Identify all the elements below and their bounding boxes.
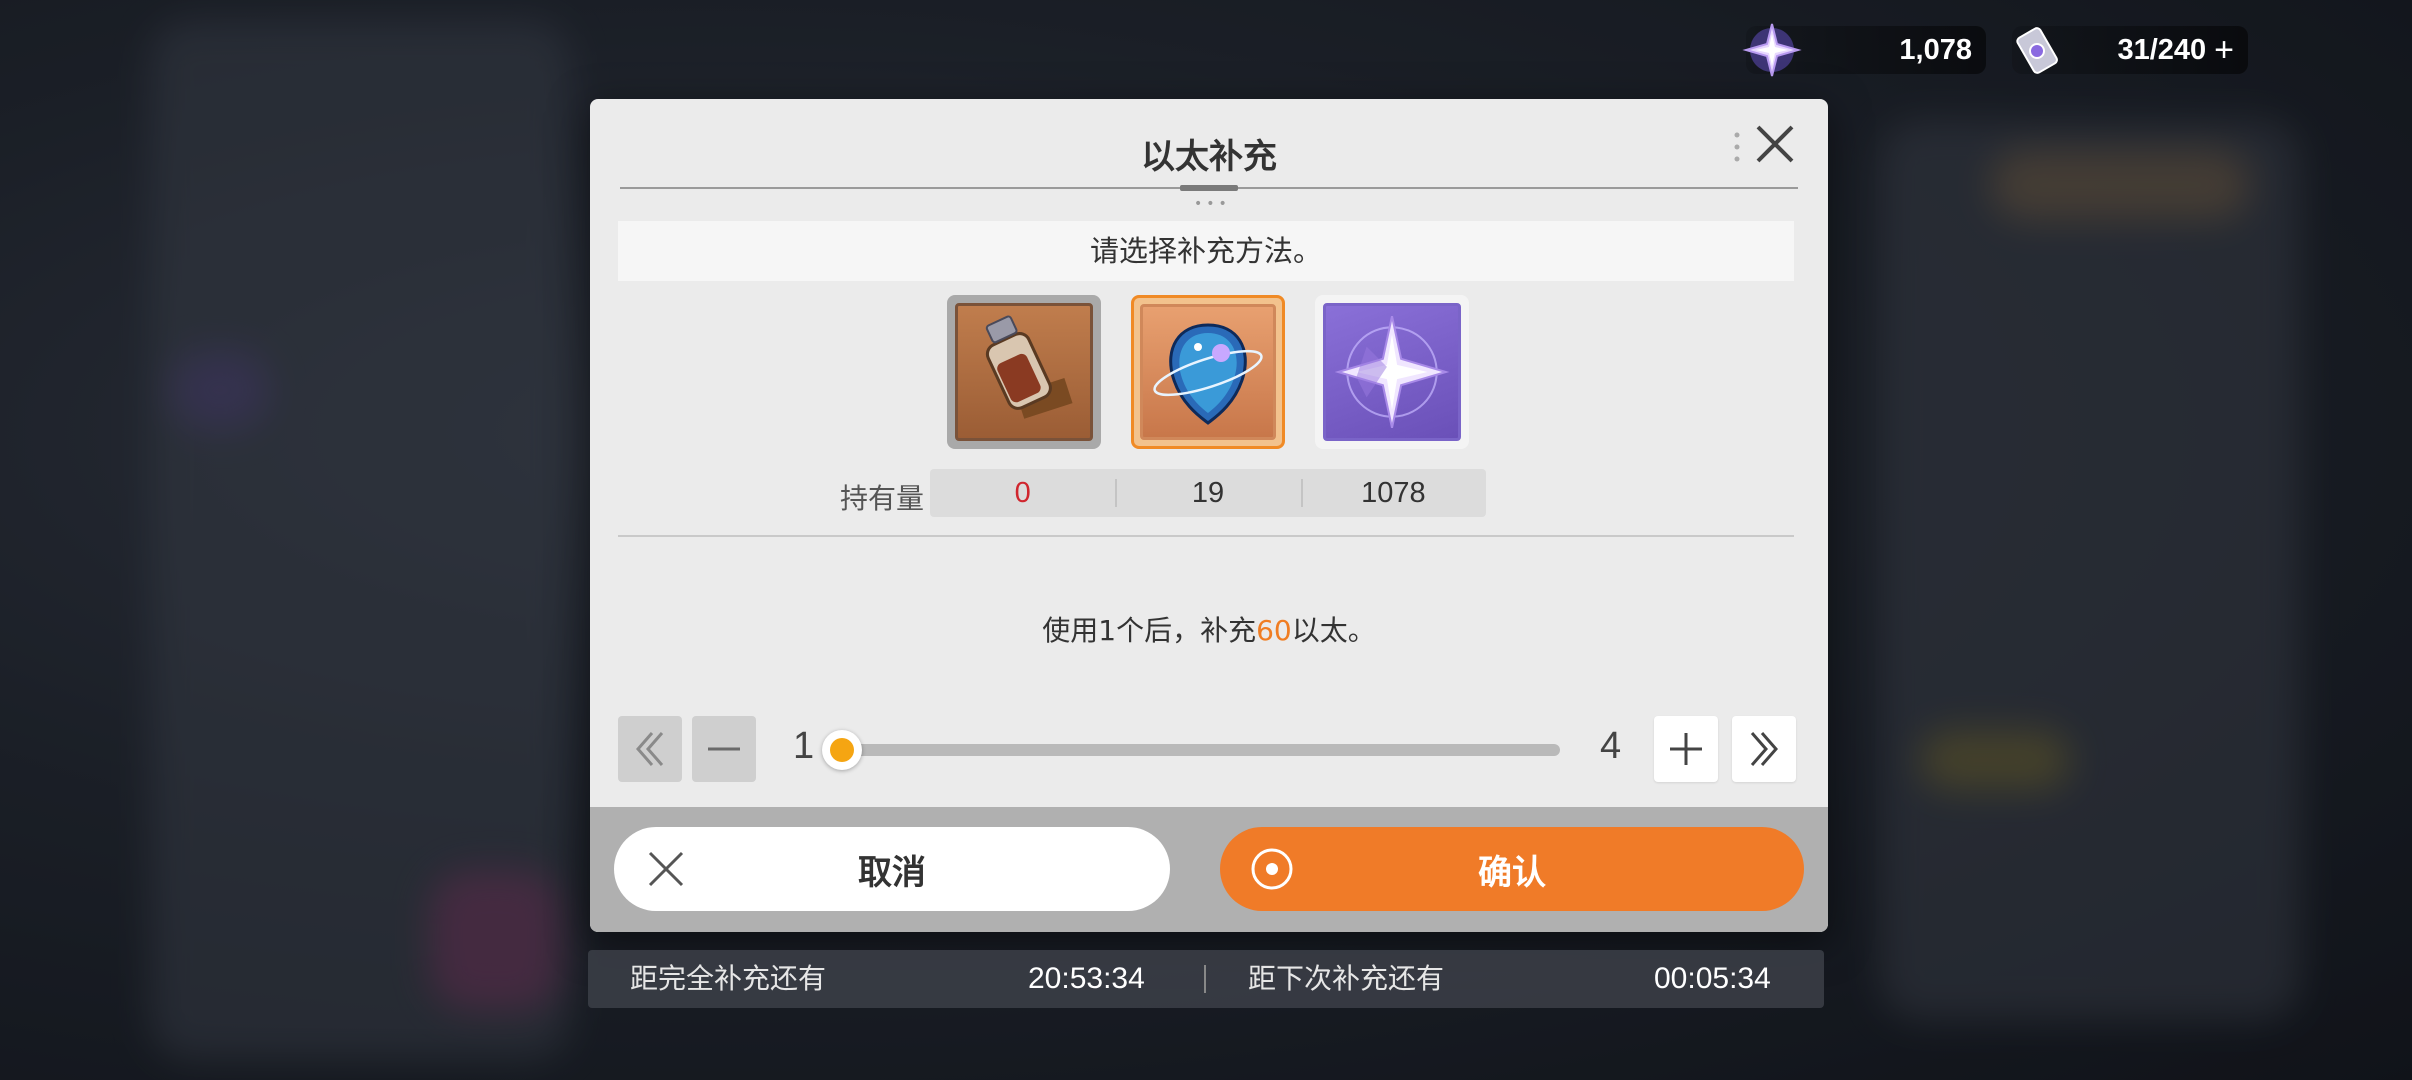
quantity-slider[interactable] (822, 730, 1560, 770)
potion-bottle-icon (985, 315, 1073, 419)
crystal-amount: 1,078 (1899, 33, 1972, 66)
double-chevron-left-icon (636, 732, 664, 766)
timer-separator (1204, 965, 1206, 993)
quantity-slider-thumb[interactable] (822, 730, 862, 770)
section-divider (618, 535, 1794, 537)
hold-count-label: 持有量 (840, 482, 925, 515)
desc-prefix: 使用1个后，补充 (1042, 614, 1257, 647)
hold-count-ether-orb: 19 (1115, 469, 1300, 517)
minus-icon (708, 747, 740, 751)
stamina-amount: 31/240 (2117, 33, 2207, 66)
cancel-label: 取消 (858, 852, 926, 893)
stamina-battery-icon (2016, 27, 2058, 74)
ether-orb-icon (1153, 323, 1263, 425)
title-divider-tab (1180, 185, 1238, 191)
min-quantity-button[interactable] (618, 716, 682, 782)
target-circle-icon (1251, 848, 1293, 890)
full-refill-label: 距完全补充还有 (630, 962, 827, 995)
select-method-prompt: 请选择补充方法。 (618, 221, 1794, 281)
crystal-currency: 1,078 (1742, 23, 1986, 77)
stamina-currency: 31/240 + (2012, 26, 2248, 74)
ether-refill-dialog: 以太补充 ••• 请选择补充方法。 持有量 0 19 1078 使用1个后，补充… (590, 99, 1828, 932)
close-icon[interactable] (1750, 119, 1800, 169)
desc-amount: 60 (1256, 614, 1292, 647)
full-refill-time: 20:53:34 (1028, 962, 1145, 995)
confirm-label: 确认 (1478, 852, 1546, 893)
close-icon (648, 851, 684, 887)
next-refill-time: 00:05:34 (1654, 962, 1771, 995)
next-refill-label: 距下次补充还有 (1248, 962, 1445, 995)
hold-count-potion: 0 (1014, 477, 1031, 509)
decrease-quantity-button[interactable] (692, 716, 756, 782)
refill-timer-bar: 距完全补充还有 20:53:34 距下次补充还有 00:05:34 (588, 950, 1824, 1008)
star-crystal-icon (1334, 315, 1450, 429)
confirm-button[interactable]: 确认 (1220, 827, 1804, 911)
refill-option-ether-orb[interactable] (1131, 295, 1285, 449)
star-crystal-icon (1742, 23, 1802, 77)
cancel-button[interactable]: 取消 (614, 827, 1170, 911)
title-divider-dots: ••• (1194, 196, 1231, 212)
max-quantity-button[interactable] (1732, 716, 1796, 782)
dialog-footer: 取消 确认 (590, 807, 1828, 932)
hold-count-row: 0 19 1078 (930, 469, 1486, 517)
plus-icon (1670, 733, 1702, 765)
hold-count-star-crystal: 1078 (1300, 469, 1486, 517)
refill-option-potion[interactable] (947, 295, 1101, 449)
dialog-title: 以太补充 (1141, 137, 1277, 177)
double-chevron-right-icon (1750, 732, 1778, 766)
quantity-current: 1 (793, 725, 815, 767)
drag-handle-icon (1734, 132, 1740, 162)
refill-description: 使用1个后，补充60以太。 (590, 609, 1828, 649)
refill-option-star-crystal[interactable] (1315, 295, 1469, 449)
desc-suffix: 以太。 (1291, 614, 1376, 647)
increase-quantity-button[interactable] (1654, 716, 1718, 782)
quantity-max: 4 (1600, 725, 1622, 767)
stamina-add-button[interactable]: + (2214, 33, 2234, 67)
